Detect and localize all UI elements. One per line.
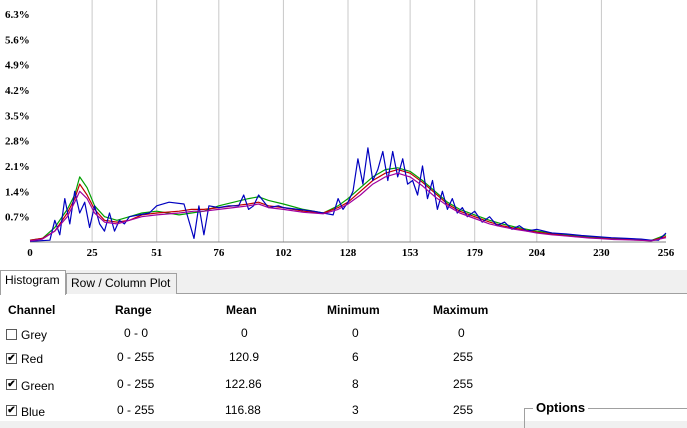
channel-blue-range: 0 - 255 <box>117 403 155 417</box>
options-groupbox: Options <box>524 400 687 428</box>
x-tick-label-51: 51 <box>151 247 162 259</box>
channel-grey-checkbox[interactable] <box>6 329 17 340</box>
y-tick-label-4.2%: 4.2% <box>5 85 30 97</box>
x-tick-label-76: 76 <box>213 247 225 259</box>
x-tick-label-0: 0 <box>27 247 33 259</box>
y-tick-label-1.4%: 1.4% <box>5 186 30 198</box>
histogram-plot: 0 25 51 76 102 128 153 179 204 230 256 0.7% 1.4% 2.1%… <box>5 0 675 259</box>
channel-grey-minimum: 0 <box>352 326 359 340</box>
x-tick-label-256: 256 <box>658 247 675 259</box>
x-tick-label-153: 153 <box>402 247 419 259</box>
channel-green-minimum: 8 <box>352 377 359 391</box>
x-tick-label-25: 25 <box>87 247 99 259</box>
channel-green-maximum: 255 <box>453 377 474 391</box>
x-tick-label-230: 230 <box>593 247 610 259</box>
channel-grey-maximum: 0 <box>458 326 465 340</box>
header-channel: Channel <box>8 303 56 317</box>
channel-red-maximum: 255 <box>453 350 474 364</box>
header-maximum: Maximum <box>433 303 489 317</box>
header-mean: Mean <box>226 303 257 317</box>
y-tick-label-2.1%: 2.1% <box>5 161 30 173</box>
channel-green-label: Green <box>21 379 55 393</box>
channel-red-label: Red <box>21 352 44 366</box>
channel-green-range: 0 - 255 <box>117 377 155 391</box>
y-tick-label-2.8%: 2.8% <box>5 136 30 148</box>
y-tick-label-3.5%: 3.5% <box>5 110 30 122</box>
tab-row-column-plot[interactable]: Row / Column Plot <box>66 273 177 294</box>
x-tick-label-179: 179 <box>466 247 483 259</box>
channel-red-minimum: 6 <box>352 350 359 364</box>
header-minimum: Minimum <box>327 303 380 317</box>
channel-blue-mean: 116.88 <box>225 403 261 417</box>
y-tick-label-0.7%: 0.7% <box>5 212 30 224</box>
channel-blue-label: Blue <box>21 405 46 419</box>
tab-histogram[interactable]: Histogram <box>0 270 66 295</box>
histogram-chart: 0 25 51 76 102 128 153 179 204 230 256 0.7% 1.4% 2.1%… <box>0 0 687 270</box>
x-tick-label-128: 128 <box>340 247 357 259</box>
channel-blue-minimum: 3 <box>352 403 359 417</box>
tab-bar: Histogram Row / Column Plot <box>0 270 687 295</box>
channel-blue-checkbox[interactable]: ✔ <box>6 405 17 416</box>
header-range: Range <box>115 303 152 317</box>
y-tick-label-4.9%: 4.9% <box>5 60 30 72</box>
channel-grey-mean: 0 <box>241 326 248 340</box>
channel-red-range: 0 - 255 <box>117 350 155 364</box>
x-tick-label-204: 204 <box>529 247 546 259</box>
channel-red-mean: 120.9 <box>229 350 260 364</box>
y-tick-label-6.3%: 6.3% <box>5 9 30 21</box>
options-label: Options <box>533 400 589 415</box>
statistics-panel: Channel Range Mean Minimum Maximum Grey … <box>0 294 687 428</box>
x-tick-label-102: 102 <box>275 247 292 259</box>
channel-red-checkbox[interactable]: ✔ <box>6 353 17 364</box>
channel-green-mean: 122.86 <box>225 377 262 391</box>
channel-blue-maximum: 255 <box>453 403 474 417</box>
channel-green-checkbox[interactable]: ✔ <box>6 379 17 390</box>
y-tick-label-5.6%: 5.6% <box>5 34 30 46</box>
channel-grey-label: Grey <box>21 328 48 342</box>
channel-grey-range: 0 - 0 <box>124 326 149 340</box>
